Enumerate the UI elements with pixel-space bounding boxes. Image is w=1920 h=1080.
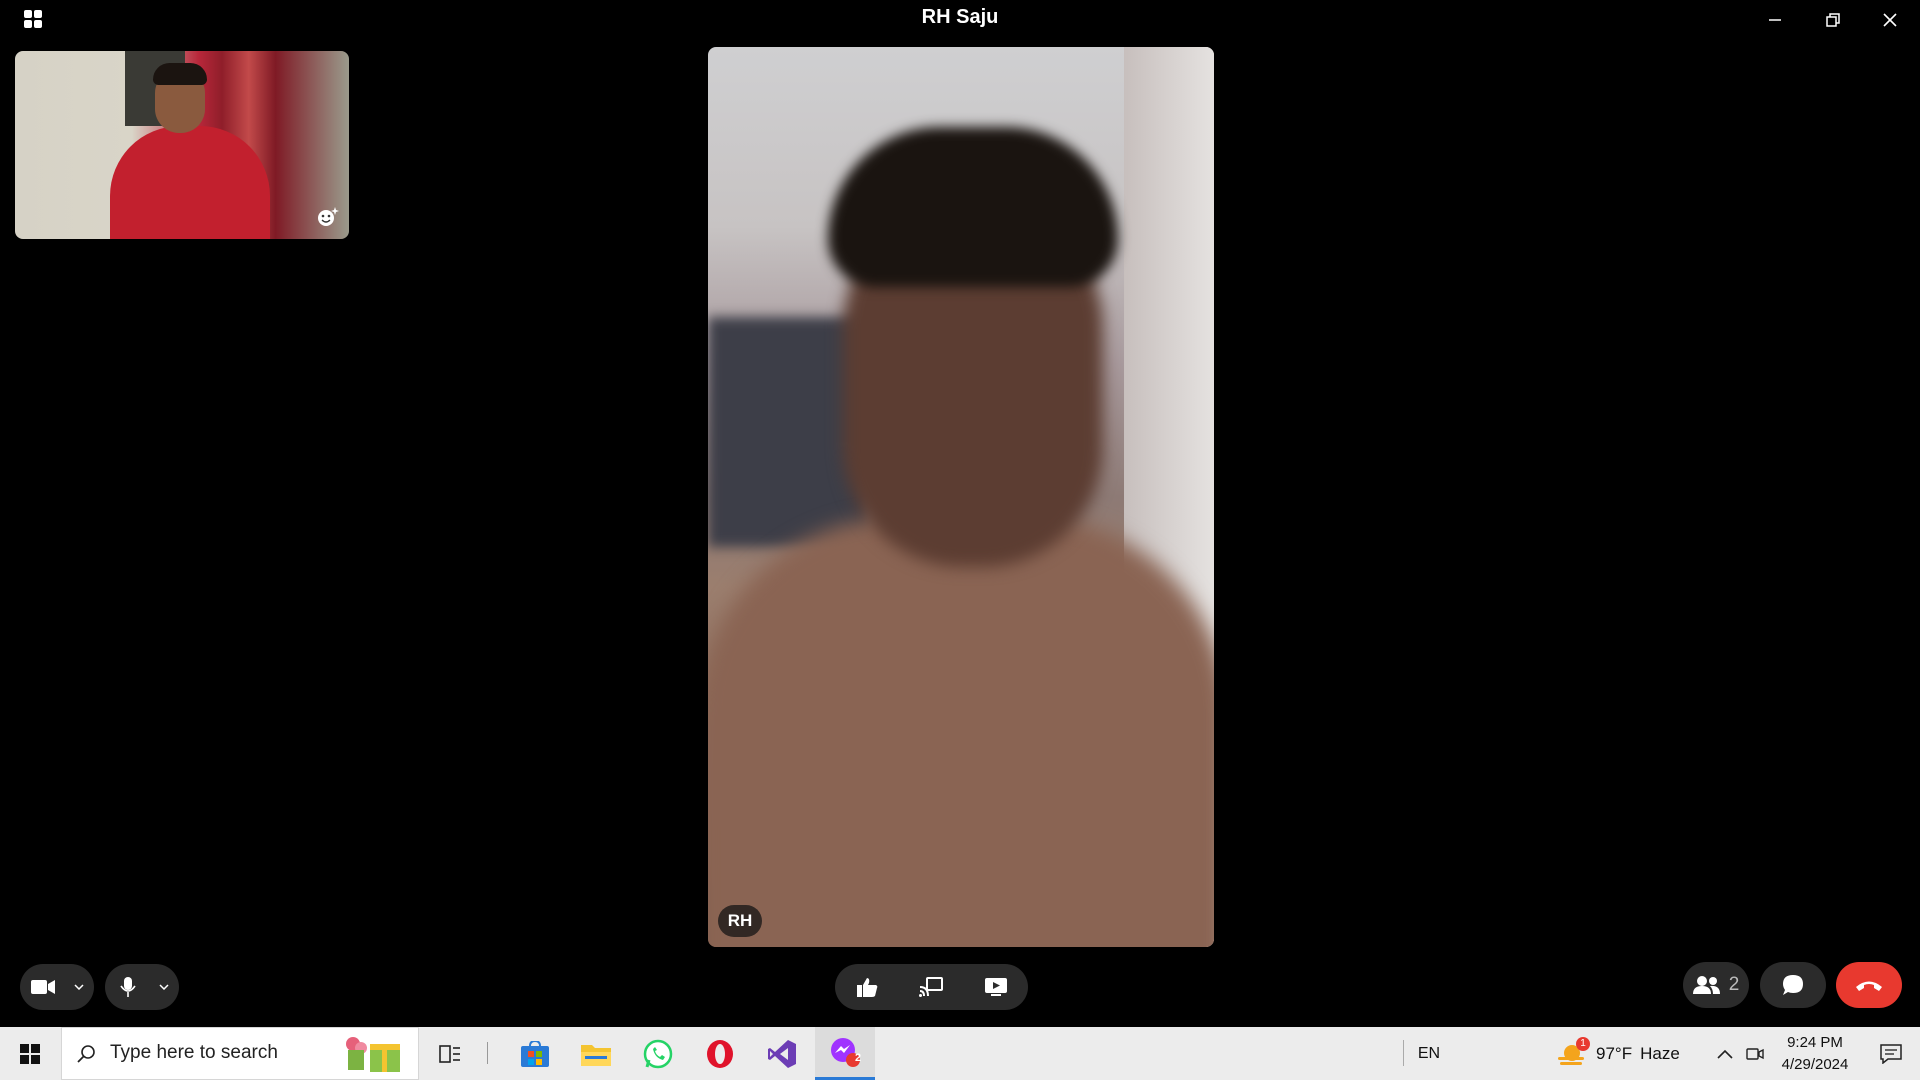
search-highlight-icon[interactable]: [338, 1034, 408, 1074]
search-placeholder: Type here to search: [110, 1042, 278, 1063]
minimize-button[interactable]: [1747, 0, 1803, 40]
title-bar: RH Saju: [0, 0, 1920, 40]
notifications-button[interactable]: [1866, 1027, 1916, 1080]
input-language-indicator[interactable]: EN: [1412, 1027, 1446, 1080]
microsoft-store-icon: [521, 1040, 549, 1067]
weather-temperature: 97°F: [1596, 1043, 1633, 1063]
microphone-icon: [120, 977, 136, 997]
thumbs-up-icon: [857, 978, 878, 997]
visual-studio-icon: [768, 1039, 796, 1068]
share-screen-icon: [984, 978, 1007, 996]
camera-options-dropdown[interactable]: [66, 964, 92, 1010]
window-title: RH Saju: [921, 6, 999, 28]
opera-icon: [707, 1039, 733, 1068]
file-explorer-icon: [581, 1044, 611, 1066]
microphone-options-dropdown[interactable]: [151, 964, 177, 1010]
start-button[interactable]: [0, 1027, 60, 1080]
show-hidden-icons-button[interactable]: [1712, 1027, 1738, 1080]
chat-bubble-icon: [1783, 975, 1803, 995]
taskbar-search-box[interactable]: Type here to search: [61, 1027, 419, 1080]
microphone-control[interactable]: [105, 964, 179, 1010]
cast-screen-icon: [919, 977, 944, 997]
video-call-tray-icon: [1746, 1047, 1764, 1060]
messenger-badge: 2: [854, 1052, 862, 1064]
restore-icon: [1826, 13, 1840, 27]
minimize-icon: [1769, 19, 1781, 21]
end-call-button[interactable]: [1836, 962, 1902, 1008]
camera-control[interactable]: [20, 964, 94, 1010]
weather-alert-badge: 1: [1576, 1036, 1590, 1051]
participant-initials-badge: RH: [718, 905, 762, 937]
video-camera-icon: [31, 980, 55, 994]
chevron-down-icon: [159, 984, 169, 990]
task-view-icon: [439, 1044, 460, 1063]
call-actions-bar: [835, 964, 1028, 1010]
taskbar-app-visual-studio[interactable]: [756, 1027, 808, 1080]
chevron-down-icon: [74, 984, 84, 990]
windows-logo-icon: [20, 1043, 40, 1064]
close-icon: [1883, 13, 1897, 27]
chevron-up-icon: [1717, 1049, 1733, 1059]
task-view-button[interactable]: [424, 1027, 476, 1080]
participant-count: 2: [1728, 974, 1740, 995]
mute-button[interactable]: [105, 964, 151, 1010]
restore-button[interactable]: [1805, 0, 1861, 40]
hang-up-icon: [1856, 981, 1882, 991]
whatsapp-icon: [643, 1039, 673, 1068]
weather-widget[interactable]: 1 97°F Haze: [1556, 1027, 1696, 1080]
chat-button[interactable]: [1760, 962, 1826, 1008]
taskbar-app-messenger[interactable]: 2: [815, 1027, 875, 1080]
share-screen-button[interactable]: [970, 964, 1022, 1010]
self-video-preview[interactable]: [15, 51, 349, 239]
reaction-button[interactable]: [841, 964, 893, 1010]
taskbar-clock[interactable]: 9:24 PM 4/29/2024: [1764, 1032, 1866, 1076]
taskbar-app-file-explorer[interactable]: [570, 1027, 622, 1080]
participants-button[interactable]: 2: [1683, 962, 1749, 1008]
clock-date: 4/29/2024: [1781, 1056, 1849, 1073]
cast-button[interactable]: [905, 964, 957, 1010]
clock-time: 9:24 PM: [1787, 1034, 1843, 1051]
search-icon: [77, 1045, 95, 1063]
weather-description: Haze: [1640, 1043, 1680, 1063]
people-icon: [1692, 976, 1720, 994]
taskbar-app-microsoft-store[interactable]: [509, 1027, 561, 1080]
remote-video: RH: [708, 47, 1214, 947]
effects-icon[interactable]: [315, 205, 339, 229]
taskbar-app-opera[interactable]: [694, 1027, 746, 1080]
notification-center-icon: [1880, 1043, 1902, 1064]
camera-toggle-button[interactable]: [20, 964, 66, 1010]
taskbar-app-whatsapp[interactable]: [632, 1027, 684, 1080]
close-button[interactable]: [1862, 0, 1918, 40]
